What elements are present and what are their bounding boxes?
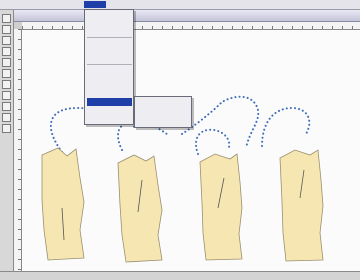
menu-tools[interactable]: [50, 1, 54, 8]
pattern-drawing: [41, 95, 324, 263]
measure-tool-icon[interactable]: [2, 113, 11, 122]
submenu: [134, 96, 192, 128]
menu-item-selected[interactable]: [87, 98, 132, 106]
menu-separator: [87, 37, 132, 38]
ellipse-tool-icon[interactable]: [2, 69, 11, 78]
menu-view[interactable]: [34, 1, 38, 8]
document-title-bar: [14, 10, 360, 22]
menu-item-9[interactable]: [87, 82, 132, 90]
menu-file[interactable]: [2, 1, 6, 8]
submenu-item-3[interactable]: [137, 113, 190, 120]
point-tool-icon[interactable]: [2, 91, 11, 100]
pattern-piece-4: [279, 149, 324, 262]
rectangle-tool-icon[interactable]: [2, 58, 11, 67]
menu-item-2[interactable]: [87, 20, 132, 28]
vertical-ruler: [14, 29, 22, 271]
menu-item-7[interactable]: [87, 66, 132, 74]
dotted-path-4: [195, 128, 231, 155]
pattern-piece-3: [199, 153, 243, 261]
menu-item-6[interactable]: [87, 55, 132, 63]
zoom-tool-icon[interactable]: [2, 124, 11, 133]
submenu-item-1[interactable]: [137, 99, 190, 106]
rotate-tool-icon[interactable]: [2, 102, 11, 111]
menu-item-1[interactable]: [87, 12, 132, 20]
horizontal-ruler: [22, 22, 360, 30]
submenu-item-4[interactable]: [137, 120, 190, 127]
arrow-tool-icon[interactable]: [2, 14, 11, 23]
menu-edit[interactable]: [18, 1, 22, 8]
dotted-path-3: [181, 95, 260, 149]
menu-active[interactable]: [84, 1, 106, 8]
dotted-path-5: [261, 106, 311, 147]
menu-item-4[interactable]: [87, 39, 132, 47]
menu-item-10[interactable]: [87, 90, 132, 98]
menu-item-5[interactable]: [87, 47, 132, 55]
menu-window[interactable]: [106, 1, 110, 8]
menu-item-3[interactable]: [87, 28, 132, 36]
submenu-item-2[interactable]: [137, 106, 190, 113]
pattern-piece-2: [117, 154, 163, 263]
drawing-canvas[interactable]: [22, 30, 360, 271]
curve-tool-icon[interactable]: [2, 47, 11, 56]
tool-palette: [0, 10, 14, 271]
menu-item-12[interactable]: [87, 110, 132, 118]
dropdown-menu: [84, 9, 134, 125]
menu-bar: [0, 0, 360, 10]
pattern-piece-1: [41, 147, 85, 261]
menu-separator: [87, 64, 132, 65]
menu-item-8[interactable]: [87, 74, 132, 82]
text-tool-icon[interactable]: [2, 80, 11, 89]
menu-arrange[interactable]: [66, 1, 70, 8]
line-tool-icon[interactable]: [2, 36, 11, 45]
select-tool-icon[interactable]: [2, 25, 11, 34]
